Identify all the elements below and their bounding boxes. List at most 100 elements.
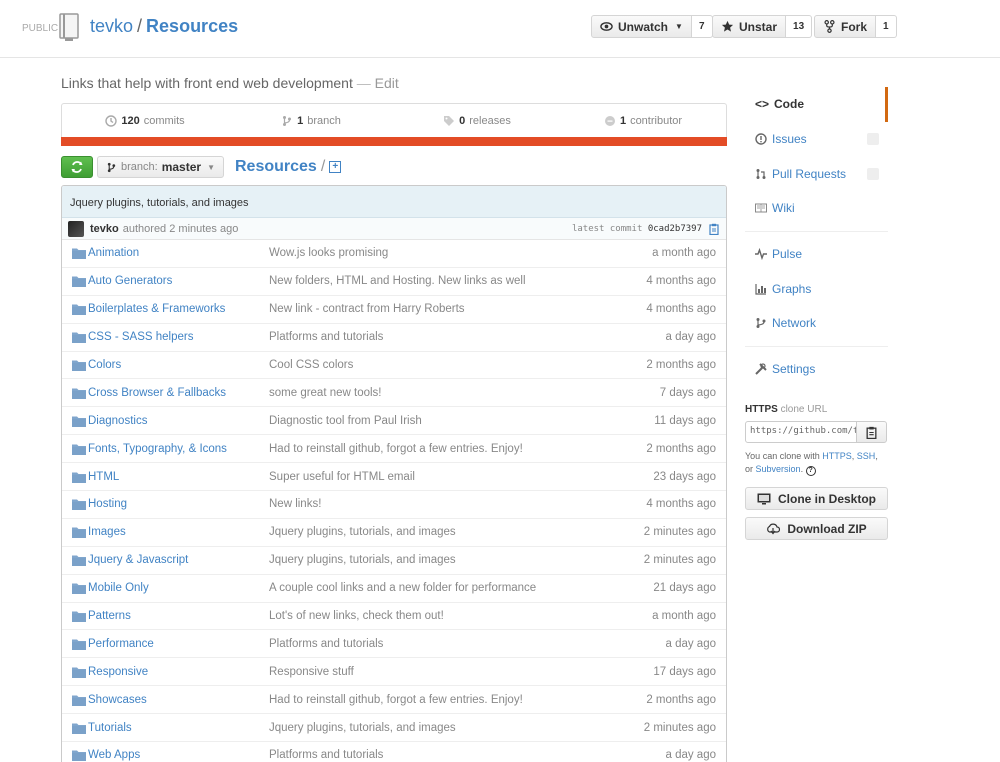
file-name-link[interactable]: Jquery & Javascript: [88, 554, 269, 566]
table-row: Animation Wow.js looks promising a month a…: [62, 240, 726, 268]
nav-wiki[interactable]: Wiki: [745, 191, 888, 226]
star-count[interactable]: 13: [786, 15, 813, 38]
branch-select[interactable]: branch: master ▼: [97, 156, 224, 178]
owner-link[interactable]: tevko: [90, 16, 133, 36]
file-name-link[interactable]: Fonts, Typography, & Icons: [88, 443, 269, 455]
file-name-link[interactable]: Diagnostics: [88, 415, 269, 427]
folder-icon: [62, 247, 88, 260]
nav-graphs[interactable]: Graphs: [745, 271, 888, 306]
clone-ssh-link[interactable]: SSH: [857, 451, 876, 461]
nav-pulse[interactable]: Pulse: [745, 237, 888, 272]
code-icon: <>: [755, 97, 770, 112]
compare-button[interactable]: [61, 156, 93, 178]
file-commit-message[interactable]: New folders, HTML and Hosting. New links…: [269, 275, 616, 287]
fork-label: Fork: [841, 19, 868, 34]
file-commit-message[interactable]: Super useful for HTML email: [269, 471, 616, 483]
new-file-icon[interactable]: +: [329, 161, 342, 173]
tag-icon: [444, 115, 455, 126]
commit-message[interactable]: Jquery plugins, tutorials, and images: [62, 186, 726, 218]
file-name-link[interactable]: Hosting: [88, 498, 269, 510]
file-name-link[interactable]: Tutorials: [88, 722, 269, 734]
file-commit-message[interactable]: Jquery plugins, tutorials, and images: [269, 554, 616, 566]
releases-link[interactable]: 0 releases: [394, 104, 560, 137]
file-commit-message[interactable]: Had to reinstall github, forgot a few en…: [269, 694, 616, 706]
file-name-link[interactable]: Web Apps: [88, 749, 269, 761]
nav-divider: [745, 345, 888, 347]
avatar[interactable]: [68, 220, 84, 237]
nav-network[interactable]: Network: [745, 306, 888, 341]
file-commit-message[interactable]: Lot's of new links, check them out!: [269, 610, 616, 622]
contributor-label: contributor: [630, 114, 683, 127]
file-commit-message[interactable]: Platforms and tutorials: [269, 638, 616, 650]
table-row: Web Apps Platforms and tutorials a day ago: [62, 742, 726, 762]
breadcrumb-root-link[interactable]: Resources: [235, 158, 317, 176]
file-name-link[interactable]: Colors: [88, 359, 269, 371]
eye-icon: [600, 22, 613, 31]
clone-https-link[interactable]: HTTPS: [822, 451, 852, 461]
commit-author[interactable]: tevko: [90, 223, 119, 235]
branches-link[interactable]: 1 branch: [228, 104, 394, 137]
file-commit-message[interactable]: Jquery plugins, tutorials, and images: [269, 722, 616, 734]
clone-desktop-button[interactable]: Clone in Desktop: [745, 487, 888, 510]
folder-icon: [62, 694, 88, 706]
file-name-link[interactable]: HTML: [88, 471, 269, 483]
file-commit-message[interactable]: Jquery plugins, tutorials, and images: [269, 526, 616, 538]
file-name-link[interactable]: Performance: [88, 638, 269, 650]
file-name-link[interactable]: Patterns: [88, 610, 269, 622]
nav-issues[interactable]: Issues: [745, 122, 888, 157]
clipboard-icon[interactable]: [708, 223, 720, 235]
file-name-link[interactable]: Showcases: [88, 694, 269, 706]
repo-name-link[interactable]: Resources: [146, 16, 238, 36]
file-commit-message[interactable]: New link - contract from Harry Roberts: [269, 303, 616, 315]
unwatch-button[interactable]: Unwatch ▼: [591, 15, 692, 38]
file-commit-message[interactable]: New links!: [269, 498, 616, 510]
nav-graphs-label: Graphs: [772, 281, 812, 296]
contributors-link[interactable]: 1 contributor: [560, 104, 726, 137]
commits-link[interactable]: 120 commits: [62, 104, 228, 137]
file-name-link[interactable]: Boilerplates & Frameworks: [88, 303, 269, 315]
file-name-link[interactable]: CSS - SASS helpers: [88, 331, 269, 343]
fork-count[interactable]: 1: [876, 15, 897, 38]
nav-settings[interactable]: Settings: [745, 352, 888, 387]
unstar-button[interactable]: Unstar: [712, 15, 787, 38]
file-age: 2 months ago: [646, 442, 716, 455]
table-row: Performance Platforms and tutorials a day …: [62, 630, 726, 659]
file-name-link[interactable]: Cross Browser & Fallbacks: [88, 387, 269, 399]
file-name-link[interactable]: Mobile Only: [88, 582, 269, 594]
edit-description-link[interactable]: Edit: [375, 75, 399, 91]
download-zip-button[interactable]: Download ZIP: [745, 517, 888, 540]
clone-help-prefix: You can clone with: [745, 451, 820, 461]
file-name-link[interactable]: Auto Generators: [88, 275, 269, 287]
folder-icon: [62, 331, 88, 344]
clone-subversion-link[interactable]: Subversion: [756, 464, 801, 474]
file-commit-message[interactable]: Platforms and tutorials: [269, 331, 616, 343]
file-commit-message[interactable]: Diagnostic tool from Paul Irish: [269, 415, 616, 427]
file-commit-message[interactable]: Cool CSS colors: [269, 359, 616, 371]
file-name-link[interactable]: Responsive: [88, 666, 269, 678]
nav-issues-label: Issues: [772, 132, 807, 147]
commit-sha-link[interactable]: 0cad2b7397: [648, 224, 702, 234]
file-age: 2 minutes ago: [643, 554, 716, 567]
nav-code[interactable]: <> Code: [745, 87, 888, 122]
clone-copy-button[interactable]: [856, 421, 887, 443]
file-commit-message[interactable]: Had to reinstall github, forgot a few en…: [269, 443, 616, 455]
file-commit-message[interactable]: Responsive stuff: [269, 666, 616, 678]
clone-url-input[interactable]: https://github.com/tevko/Resources.git: [745, 421, 857, 443]
nav-pull-requests[interactable]: Pull Requests: [745, 156, 888, 191]
pull-request-icon: [756, 168, 766, 179]
file-commit-message[interactable]: A couple cool links and a new folder for…: [269, 582, 616, 594]
file-name-link[interactable]: Animation: [88, 247, 269, 259]
language-bar[interactable]: [61, 137, 727, 146]
pull-requests-count-badge: [867, 167, 879, 180]
nav-network-label: Network: [772, 316, 817, 331]
file-name-link[interactable]: Images: [88, 526, 269, 538]
question-icon[interactable]: ?: [805, 466, 816, 476]
table-row: Patterns Lot's of new links, check them o…: [62, 603, 726, 631]
fork-button[interactable]: Fork: [814, 15, 877, 38]
file-commit-message[interactable]: Wow.js looks promising: [269, 247, 616, 259]
file-commit-message[interactable]: some great new tools!: [269, 387, 616, 399]
watch-count[interactable]: 7: [691, 15, 713, 38]
branch-label: branch: [307, 114, 341, 127]
file-commit-message[interactable]: Platforms and tutorials: [269, 749, 616, 761]
clone-help-or: or: [745, 464, 754, 474]
